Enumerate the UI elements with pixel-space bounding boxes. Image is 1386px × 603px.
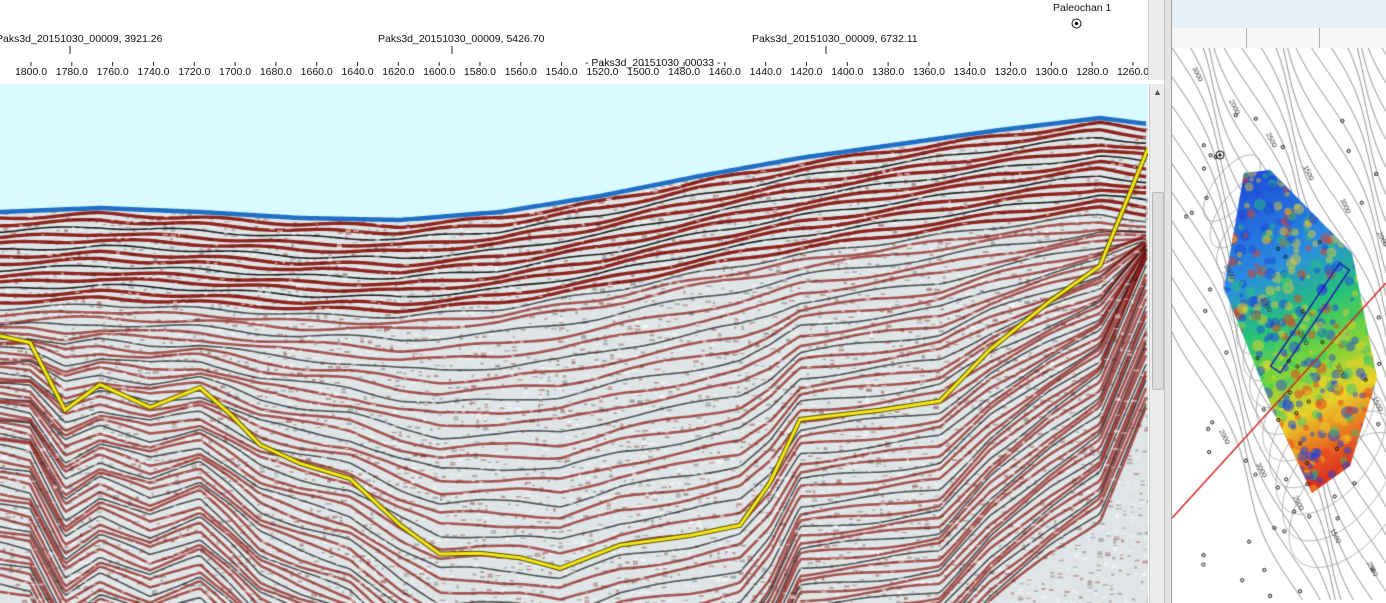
vertical-scrollbar[interactable]: ▲ bbox=[1149, 84, 1164, 603]
basemap-pane[interactable] bbox=[1172, 0, 1386, 603]
scroll-thumb[interactable] bbox=[1152, 192, 1164, 390]
map-tab-strip bbox=[1172, 28, 1386, 49]
tick-marks bbox=[30, 46, 1134, 66]
map-tab-1[interactable] bbox=[1172, 28, 1247, 48]
pane-splitter[interactable] bbox=[1164, 0, 1172, 603]
header-scroll-gap bbox=[1148, 0, 1164, 80]
basemap-image[interactable] bbox=[1172, 48, 1386, 603]
section-header: Paks3d_20151030_00009, 3921.26 Paks3d_201… bbox=[0, 0, 1149, 80]
map-toolbar bbox=[1172, 0, 1386, 29]
map-tab-2[interactable] bbox=[1247, 28, 1320, 48]
seismic-image[interactable] bbox=[0, 84, 1148, 603]
seismic-section-pane[interactable]: Paks3d_20151030_00009, 3921.26 Paks3d_201… bbox=[0, 0, 1164, 603]
scroll-up-arrow-icon[interactable]: ▲ bbox=[1150, 84, 1164, 99]
